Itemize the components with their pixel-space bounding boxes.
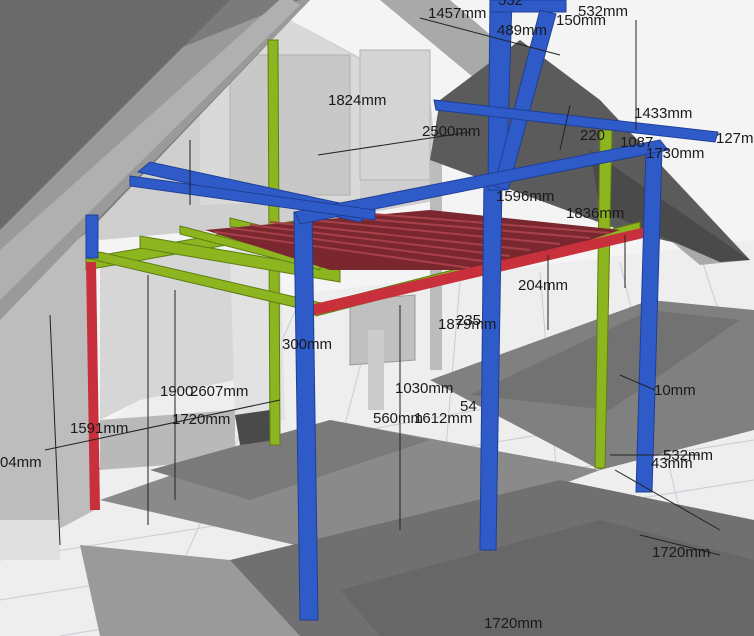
scene-canvas[interactable]: 1457mm 532mm 489mm 150mm 532 1824mm 2500… [0,0,754,636]
dimension-label: 1720mm [484,615,542,632]
dimension-label: 1591mm [70,420,128,437]
dimension-label: 04mm [0,454,42,471]
dimension-label: 10mm [654,382,696,399]
dimension-label: 532 [498,0,523,9]
dimension-label: 54 [460,398,477,415]
dimension-label: 1730mm [646,145,704,162]
3d-viewport[interactable]: 1457mm 532mm 489mm 150mm 532 1824mm 2500… [0,0,754,636]
dimension-label: 300mm [282,336,332,353]
dimension-label: 1879mm [438,316,496,333]
dimension-label: 150mm [556,12,606,29]
dimension-label: 1457mm [428,5,486,22]
dimension-label: 2607mm [190,383,248,400]
dimension-label: 1720mm [652,544,710,561]
dimension-label: 220 [580,127,605,144]
dimension-label: 489mm [497,22,547,39]
dimension-label: 2500mm [422,123,480,140]
dimension-label: 1433mm [634,105,692,122]
dimension-label: 1836mm [566,205,624,222]
dimension-label: 1596mm [496,188,554,205]
dimension-label: 1900 [160,383,193,400]
dimension-label: 204mm [518,277,568,294]
dimension-label: 43mm [651,455,693,472]
dimension-label: 127m [716,130,754,147]
dimension-label: 1720mm [172,411,230,428]
dimension-label: 1030mm [395,380,453,397]
dimension-label: 1824mm [328,92,386,109]
